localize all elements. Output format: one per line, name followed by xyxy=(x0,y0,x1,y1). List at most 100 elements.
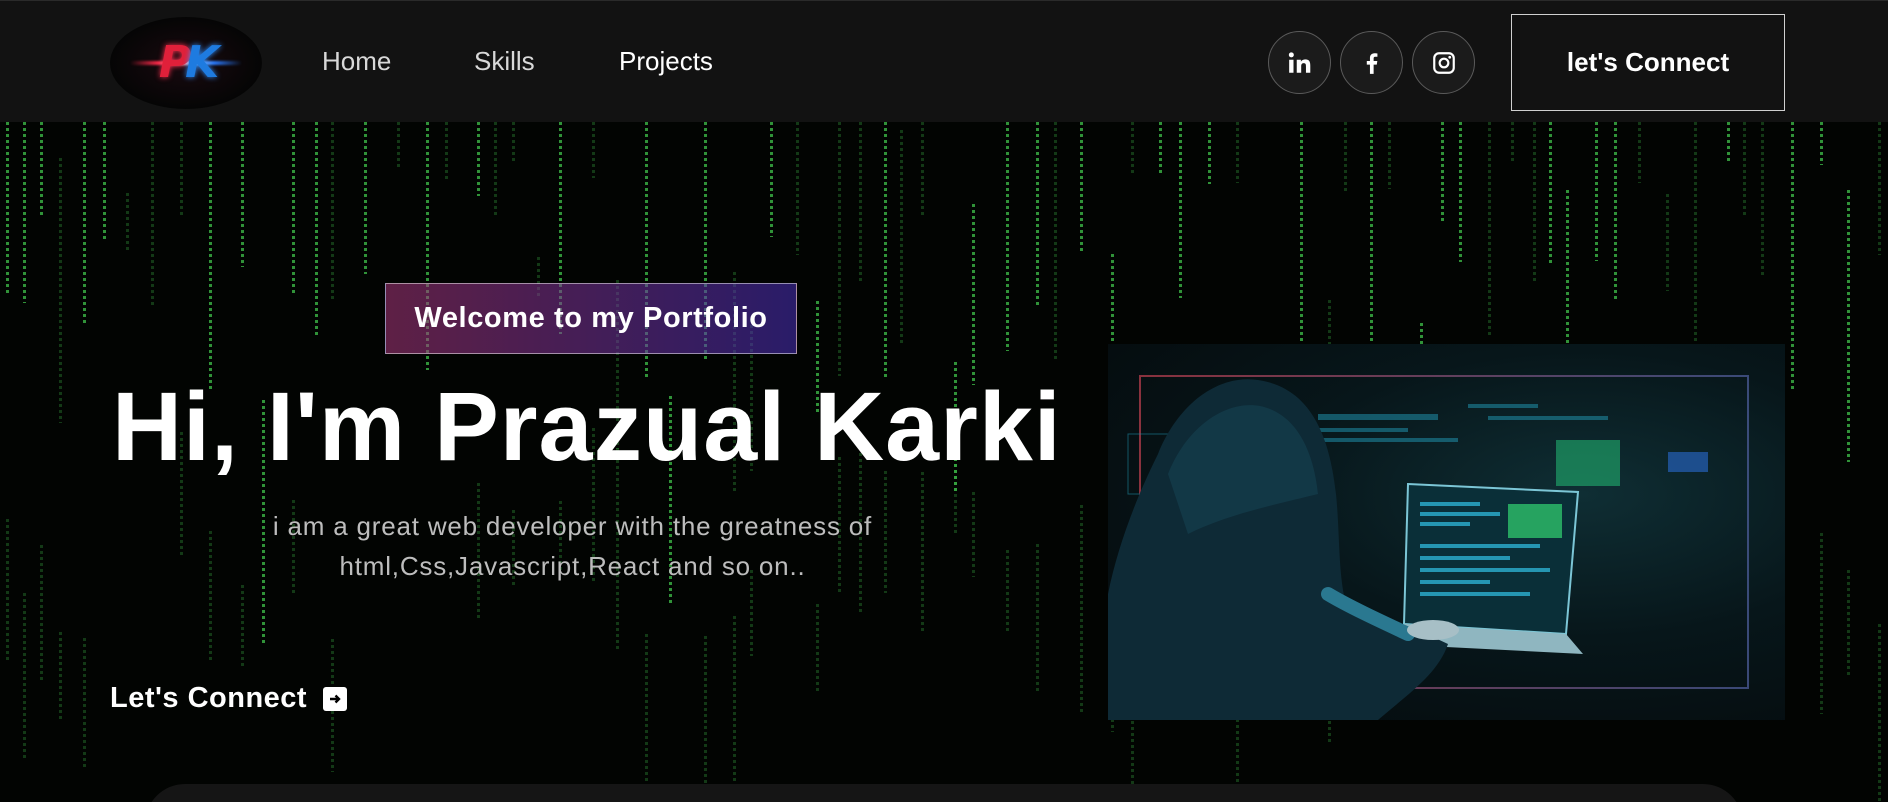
lets-connect-button[interactable]: let's Connect xyxy=(1511,14,1785,111)
rain-streak xyxy=(1878,624,1881,802)
rain-streak xyxy=(900,130,903,344)
rain-streak xyxy=(1614,122,1617,299)
rain-streak xyxy=(1533,122,1536,281)
rain-streak xyxy=(1344,122,1347,191)
rain-streak xyxy=(83,638,86,769)
rain-streak xyxy=(180,122,183,215)
rain-streak xyxy=(512,122,515,162)
rain-streak xyxy=(1511,122,1514,162)
rain-streak xyxy=(126,193,129,252)
rain-streak xyxy=(103,122,106,241)
rain-streak xyxy=(1036,544,1039,694)
rain-streak xyxy=(494,122,497,217)
rain-streak xyxy=(1300,122,1303,381)
rain-streak xyxy=(1459,122,1462,262)
arrow-right-box-icon xyxy=(323,686,348,711)
rain-streak xyxy=(59,632,62,722)
rain-streak xyxy=(1179,122,1182,298)
logo-letter: K xyxy=(185,37,219,88)
rain-streak xyxy=(1036,122,1039,308)
rain-streak xyxy=(972,204,975,385)
rain-streak xyxy=(1847,570,1850,677)
logo[interactable]: PK xyxy=(110,17,262,109)
rain-streak xyxy=(241,585,244,666)
rain-streak xyxy=(292,122,295,295)
rain-streak xyxy=(1820,122,1823,165)
rain-streak xyxy=(884,122,887,378)
rain-streak xyxy=(816,604,819,692)
rain-streak xyxy=(1441,122,1444,223)
instagram-icon xyxy=(1432,51,1455,74)
facebook-icon xyxy=(1366,52,1377,74)
nav-link-skills[interactable]: Skills xyxy=(474,45,535,77)
next-section-card xyxy=(145,784,1743,802)
rain-streak xyxy=(40,545,43,682)
rain-streak xyxy=(364,122,367,274)
rain-streak xyxy=(1666,194,1669,291)
rain-streak xyxy=(838,122,841,376)
rain-streak xyxy=(1131,122,1134,174)
hero-connect-label: Let's Connect xyxy=(110,682,308,714)
rain-streak xyxy=(1878,122,1881,255)
rain-streak xyxy=(1694,122,1697,363)
rain-streak xyxy=(1761,122,1764,275)
rain-streak xyxy=(59,158,62,423)
hooded-hacker-illustration xyxy=(1108,375,1749,720)
rain-streak xyxy=(1236,122,1239,183)
hacker-image xyxy=(1108,344,1785,720)
rain-streak xyxy=(6,122,9,296)
rain-streak xyxy=(1549,122,1552,264)
rain-streak xyxy=(397,122,400,167)
rain-streak xyxy=(241,122,244,267)
rain-streak xyxy=(23,593,26,758)
rain-streak xyxy=(1488,122,1491,336)
rain-streak xyxy=(704,636,707,784)
logo-text: PK xyxy=(159,41,219,85)
rain-streak xyxy=(1847,190,1850,462)
hero-connect-button[interactable]: Let's Connect xyxy=(110,682,348,715)
rain-streak xyxy=(1638,122,1641,183)
welcome-badge: Welcome to my Portfolio xyxy=(385,283,797,354)
hero-title: Hi, I'm Prazual Karki xyxy=(112,372,1062,481)
rain-streak xyxy=(972,492,975,577)
rain-streak xyxy=(6,519,9,660)
rain-streak xyxy=(209,531,212,661)
rain-streak xyxy=(1054,122,1057,360)
rain-streak xyxy=(331,122,334,302)
linkedin-icon xyxy=(1288,51,1310,73)
logo-letter: P xyxy=(158,37,191,88)
rain-streak xyxy=(209,122,212,391)
hero-description: i am a great web developer with the grea… xyxy=(272,511,873,581)
hero-banner: Welcome to my Portfolio Hi, I'm Prazual … xyxy=(0,122,1888,802)
rain-streak xyxy=(151,122,154,306)
rain-streak xyxy=(1080,122,1083,254)
rain-streak xyxy=(1080,505,1083,712)
rain-streak xyxy=(796,122,799,255)
rain-streak xyxy=(1820,533,1823,714)
rain-streak xyxy=(445,122,448,181)
rain-streak xyxy=(592,122,595,178)
rain-streak xyxy=(1727,122,1730,163)
rain-streak xyxy=(315,122,318,338)
instagram-link[interactable] xyxy=(1412,31,1475,94)
rain-streak xyxy=(1743,122,1746,216)
nav-link-home[interactable]: Home xyxy=(322,45,391,77)
rain-streak xyxy=(477,122,480,196)
rain-streak xyxy=(733,616,736,791)
facebook-link[interactable] xyxy=(1340,31,1403,94)
rain-streak xyxy=(1388,122,1391,189)
nav-link-projects[interactable]: Projects xyxy=(619,45,713,77)
rain-streak xyxy=(1208,122,1211,184)
rain-streak xyxy=(1791,122,1794,389)
linkedin-link[interactable] xyxy=(1268,31,1331,94)
rain-streak xyxy=(23,122,26,303)
rain-streak xyxy=(645,634,648,802)
rain-streak xyxy=(1595,122,1598,261)
rain-streak xyxy=(770,122,773,237)
rain-streak xyxy=(1006,550,1009,631)
rain-streak xyxy=(1006,122,1009,351)
rain-streak xyxy=(1159,122,1162,174)
navbar: PK Home Skills Projects let's Connect xyxy=(0,0,1888,122)
rain-streak xyxy=(83,122,86,323)
rain-streak xyxy=(40,122,43,218)
